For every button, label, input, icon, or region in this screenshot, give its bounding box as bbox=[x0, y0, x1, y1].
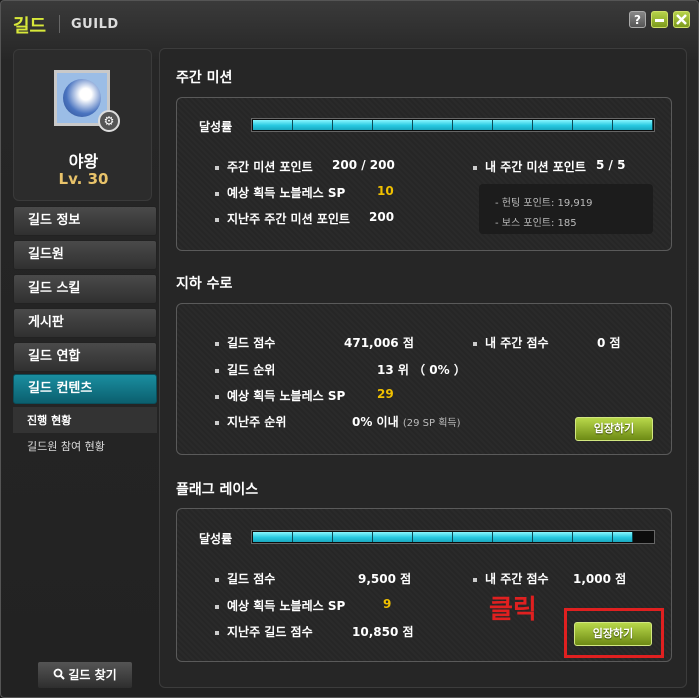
title-divider bbox=[59, 15, 60, 33]
progress-segment bbox=[453, 532, 493, 542]
progress-segment bbox=[333, 532, 373, 542]
point-detail-box: - 헌팅 포인트: 19,919 - 보스 포인트: 185 bbox=[479, 184, 653, 234]
boss-points: - 보스 포인트: 185 bbox=[495, 218, 577, 229]
flag-my-score-label: 내 주간 점수 bbox=[473, 570, 549, 587]
title-bar[interactable]: 길드 GUILD ? bbox=[1, 1, 698, 47]
my-weekly-score-label: 내 주간 점수 bbox=[473, 334, 549, 351]
menu-guild-skill[interactable]: 길드 스킬 bbox=[13, 274, 157, 304]
menu-guild-members[interactable]: 길드원 bbox=[13, 240, 157, 270]
guild-score-value: 471,006 점 bbox=[344, 336, 414, 350]
progress-segment bbox=[253, 120, 293, 130]
underground-sp-value: 29 bbox=[377, 387, 394, 401]
help-button[interactable]: ? bbox=[629, 11, 646, 28]
flag-guild-score-label: 길드 점수 bbox=[215, 570, 275, 587]
progress-segment bbox=[293, 532, 333, 542]
my-weekly-score-value: 0 점 bbox=[597, 336, 621, 350]
progress-segment bbox=[253, 532, 293, 542]
flag-last-score-value: 10,850 점 bbox=[352, 625, 414, 639]
guild-rank-value: 13 위 （ 0% ） bbox=[377, 363, 466, 377]
last-weekly-points-label: 지난주 주간 미션 포인트 bbox=[215, 210, 350, 227]
progress-segment bbox=[493, 532, 533, 542]
progress-segment bbox=[333, 120, 373, 130]
underground-enter-button[interactable]: 입장하기 bbox=[575, 417, 653, 441]
close-icon bbox=[676, 14, 687, 25]
search-icon bbox=[53, 668, 66, 680]
last-rank-value: 0% 이내 (29 SP 획득) bbox=[352, 415, 461, 429]
menu-guild-info[interactable]: 길드 정보 bbox=[13, 206, 157, 236]
weekly-points-value: 200 / 200 bbox=[332, 158, 395, 172]
progress-segment bbox=[293, 120, 333, 130]
menu-guild-alliance[interactable]: 길드 연합 bbox=[13, 342, 157, 372]
click-annotation: 클릭 bbox=[489, 595, 537, 625]
sidebar: ⚙ 야왕 Lv. 30 길드 정보 길드원 길드 스킬 게시판 길드 연합 길드… bbox=[13, 47, 157, 689]
progress-segment bbox=[533, 120, 573, 130]
flag-my-score-value: 1,000 점 bbox=[573, 572, 627, 586]
progress-segment bbox=[613, 120, 653, 130]
flag-sp-label: 예상 획득 노블레스 SP bbox=[215, 597, 345, 614]
underground-panel: 길드 점수 471,006 점 내 주간 점수 0 점 길드 순위 13 위 （… bbox=[176, 303, 672, 455]
progress-segment bbox=[453, 120, 493, 130]
hunting-points: - 헌팅 포인트: 19,919 bbox=[495, 198, 593, 209]
weekly-progress-label: 달성률 bbox=[199, 120, 233, 134]
close-button[interactable] bbox=[673, 11, 690, 28]
submenu: 진행 현황 길드원 참여 현황 bbox=[13, 407, 157, 459]
guild-window: 길드 GUILD ? ⚙ 야왕 Lv. 30 길드 정보 길드원 길드 스킬 게… bbox=[0, 0, 699, 698]
my-weekly-points-value: 5 / 5 bbox=[596, 158, 626, 172]
submenu-member-participation[interactable]: 길드원 참여 현황 bbox=[13, 433, 157, 459]
find-guild-button[interactable]: 길드 찾기 bbox=[37, 661, 133, 689]
flag-race-enter-button[interactable]: 입장하기 bbox=[574, 622, 652, 646]
weekly-sp-label: 예상 획득 노블레스 SP bbox=[215, 184, 345, 201]
guild-score-label: 길드 점수 bbox=[215, 334, 275, 351]
guild-name: 야왕 bbox=[68, 152, 99, 171]
progress-segment bbox=[413, 532, 453, 542]
window-subtitle: GUILD bbox=[71, 17, 119, 32]
menu-board[interactable]: 게시판 bbox=[13, 308, 157, 338]
underground-title: 지하 수로 bbox=[176, 276, 233, 292]
progress-segment bbox=[573, 532, 613, 542]
weekly-mission-title: 주간 미션 bbox=[176, 70, 233, 86]
minimize-icon bbox=[655, 19, 664, 22]
window-title: 길드 bbox=[13, 16, 47, 37]
progress-segment bbox=[573, 120, 613, 130]
progress-segment bbox=[373, 532, 413, 542]
last-rank-sp: (29 SP 획득) bbox=[402, 418, 461, 429]
find-guild-label: 길드 찾기 bbox=[68, 668, 117, 682]
gear-icon[interactable]: ⚙ bbox=[98, 110, 120, 132]
weekly-sp-value: 10 bbox=[377, 184, 394, 198]
flag-last-score-label: 지난주 길드 점수 bbox=[215, 623, 313, 640]
guild-contents-panel: 주간 미션 달성률 주간 미션 포인트 200 / 200 내 주간 미션 포인… bbox=[159, 48, 687, 688]
flag-progress-bar bbox=[251, 530, 655, 544]
weekly-points-label: 주간 미션 포인트 bbox=[215, 158, 313, 175]
last-rank-label: 지난주 순위 bbox=[215, 413, 286, 430]
progress-segment bbox=[613, 532, 633, 542]
flag-sp-value: 9 bbox=[383, 597, 392, 611]
menu-guild-contents[interactable]: 길드 컨텐츠 bbox=[13, 374, 157, 404]
weekly-progress-bar bbox=[251, 118, 655, 132]
last-weekly-points-value: 200 bbox=[369, 210, 395, 224]
minimize-button[interactable] bbox=[651, 11, 668, 28]
submenu-progress[interactable]: 진행 현황 bbox=[13, 407, 157, 433]
guild-profile: ⚙ 야왕 Lv. 30 bbox=[13, 49, 152, 201]
flag-progress-label: 달성률 bbox=[199, 532, 233, 546]
my-weekly-points-label: 내 주간 미션 포인트 bbox=[473, 158, 586, 175]
guild-rank-label: 길드 순위 bbox=[215, 361, 275, 378]
progress-segment bbox=[493, 120, 533, 130]
progress-segment bbox=[373, 120, 413, 130]
flag-race-title: 플래그 레이스 bbox=[176, 482, 259, 498]
progress-segment bbox=[413, 120, 453, 130]
weekly-mission-panel: 달성률 주간 미션 포인트 200 / 200 내 주간 미션 포인트 5 / … bbox=[176, 97, 672, 251]
flag-guild-score-value: 9,500 점 bbox=[358, 572, 412, 586]
underground-sp-label: 예상 획득 노블레스 SP bbox=[215, 387, 345, 404]
progress-segment bbox=[533, 532, 573, 542]
guild-level: Lv. 30 bbox=[58, 170, 109, 188]
